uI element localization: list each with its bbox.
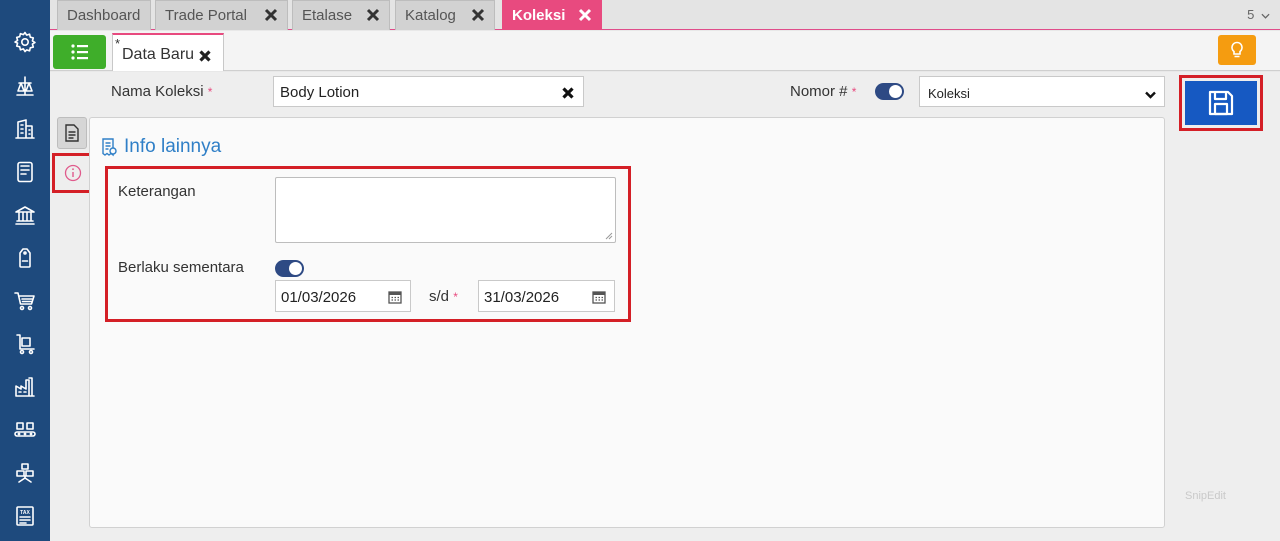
calendar-icon[interactable] [388, 290, 402, 304]
date-from-value: 01/03/2026 [281, 289, 357, 306]
clear-icon[interactable] [562, 86, 574, 99]
date-to-value: 31/03/2026 [484, 289, 560, 306]
info-icon [64, 164, 82, 182]
tab-general-info[interactable] [57, 117, 87, 149]
nama-koleksi-input[interactable]: Body Lotion [273, 76, 584, 107]
main-content: Nama Koleksi * Body Lotion Nomor # * Kol… [50, 72, 1280, 541]
lightbulb-icon [1231, 41, 1243, 58]
tablet-icon[interactable] [9, 156, 41, 188]
tab-etalase[interactable]: Etalase [292, 0, 390, 30]
document-icon [65, 124, 79, 142]
tab-label: Dashboard [67, 7, 141, 24]
sub-tab-label: Data Baru [122, 46, 195, 63]
tab-trade-portal[interactable]: Trade Portal [155, 0, 288, 30]
watermark: SnipEdit [1185, 490, 1226, 502]
tab-label: Koleksi [512, 7, 566, 24]
trolley-icon[interactable] [9, 328, 41, 360]
keterangan-textarea[interactable] [275, 177, 616, 243]
modified-mark: * [115, 36, 121, 51]
tab-count-dropdown[interactable]: 5 [1247, 7, 1270, 22]
close-icon[interactable] [471, 8, 485, 22]
save-button-highlight [1179, 75, 1263, 131]
tax-icon[interactable]: TAX [9, 500, 41, 532]
building-icon[interactable] [9, 113, 41, 145]
resize-grip-icon[interactable] [605, 232, 613, 240]
close-icon[interactable] [366, 8, 380, 22]
chevron-down-icon [1261, 13, 1270, 19]
required-mark: * [453, 290, 458, 304]
tab-count: 5 [1247, 7, 1255, 22]
sidebar: TAX [0, 0, 50, 541]
list-icon [70, 44, 88, 60]
factory-icon[interactable] [9, 371, 41, 403]
gear-icon[interactable] [9, 26, 41, 58]
close-icon[interactable] [199, 49, 211, 62]
toggle-knob [289, 262, 302, 275]
required-mark: * [851, 85, 857, 99]
boxes-icon[interactable] [9, 457, 41, 489]
tab-label: Etalase [302, 7, 353, 24]
nama-koleksi-label: Nama Koleksi * [111, 83, 213, 100]
list-view-button[interactable] [53, 35, 106, 69]
date-to-input[interactable]: 31/03/2026 [478, 280, 615, 312]
tab-koleksi[interactable]: Koleksi [502, 0, 602, 30]
nomor-select[interactable]: Koleksi [919, 76, 1165, 107]
scale-icon[interactable] [9, 70, 41, 102]
calendar-icon[interactable] [592, 290, 606, 304]
section-title-text: Info lainnya [124, 136, 222, 157]
tab-strip: Dashboard Trade Portal Etalase Katalog K… [50, 0, 1280, 30]
bank-icon[interactable] [9, 199, 41, 231]
keterangan-label: Keterangan [118, 183, 196, 200]
floppy-disk-icon [1208, 90, 1234, 116]
close-icon[interactable] [578, 8, 592, 22]
date-from-input[interactable]: 01/03/2026 [275, 280, 411, 312]
nama-koleksi-value: Body Lotion [280, 84, 360, 101]
nomor-label: Nomor # * [790, 83, 857, 100]
tab-katalog[interactable]: Katalog [395, 0, 495, 30]
tab-label: Katalog [405, 7, 456, 24]
sub-tab-strip: * Data Baru [50, 31, 1280, 71]
info-lainnya-panel: Info lainnya Keterangan Berlaku sementar… [89, 117, 1165, 528]
tax-icon-label: TAX [20, 510, 30, 516]
nomor-select-value: Koleksi [928, 86, 970, 101]
section-title: Info lainnya [100, 136, 221, 158]
tab-info-lainnya[interactable] [59, 159, 87, 187]
nomor-toggle[interactable] [875, 83, 904, 100]
sd-label: s/d * [429, 288, 458, 305]
tips-button[interactable] [1218, 35, 1256, 65]
save-button[interactable] [1185, 81, 1257, 125]
toggle-knob [889, 85, 902, 98]
berlaku-sementara-toggle[interactable] [275, 260, 304, 277]
tab-label: Trade Portal [165, 7, 247, 24]
close-icon[interactable] [264, 8, 278, 22]
form-highlight: Keterangan Berlaku sementara 01/03/2026 … [105, 166, 631, 322]
tag-icon[interactable] [9, 242, 41, 274]
tab-dashboard[interactable]: Dashboard [57, 0, 151, 30]
info-tab-highlight [52, 153, 94, 193]
cart-icon[interactable] [9, 285, 41, 317]
berlaku-sementara-label: Berlaku sementara [118, 259, 244, 276]
chevron-down-icon [1145, 87, 1156, 99]
receipt-icon [102, 138, 117, 157]
sub-tab-data-baru[interactable]: * Data Baru [112, 33, 224, 71]
conveyor-icon[interactable] [9, 414, 41, 446]
required-mark: * [207, 85, 213, 99]
